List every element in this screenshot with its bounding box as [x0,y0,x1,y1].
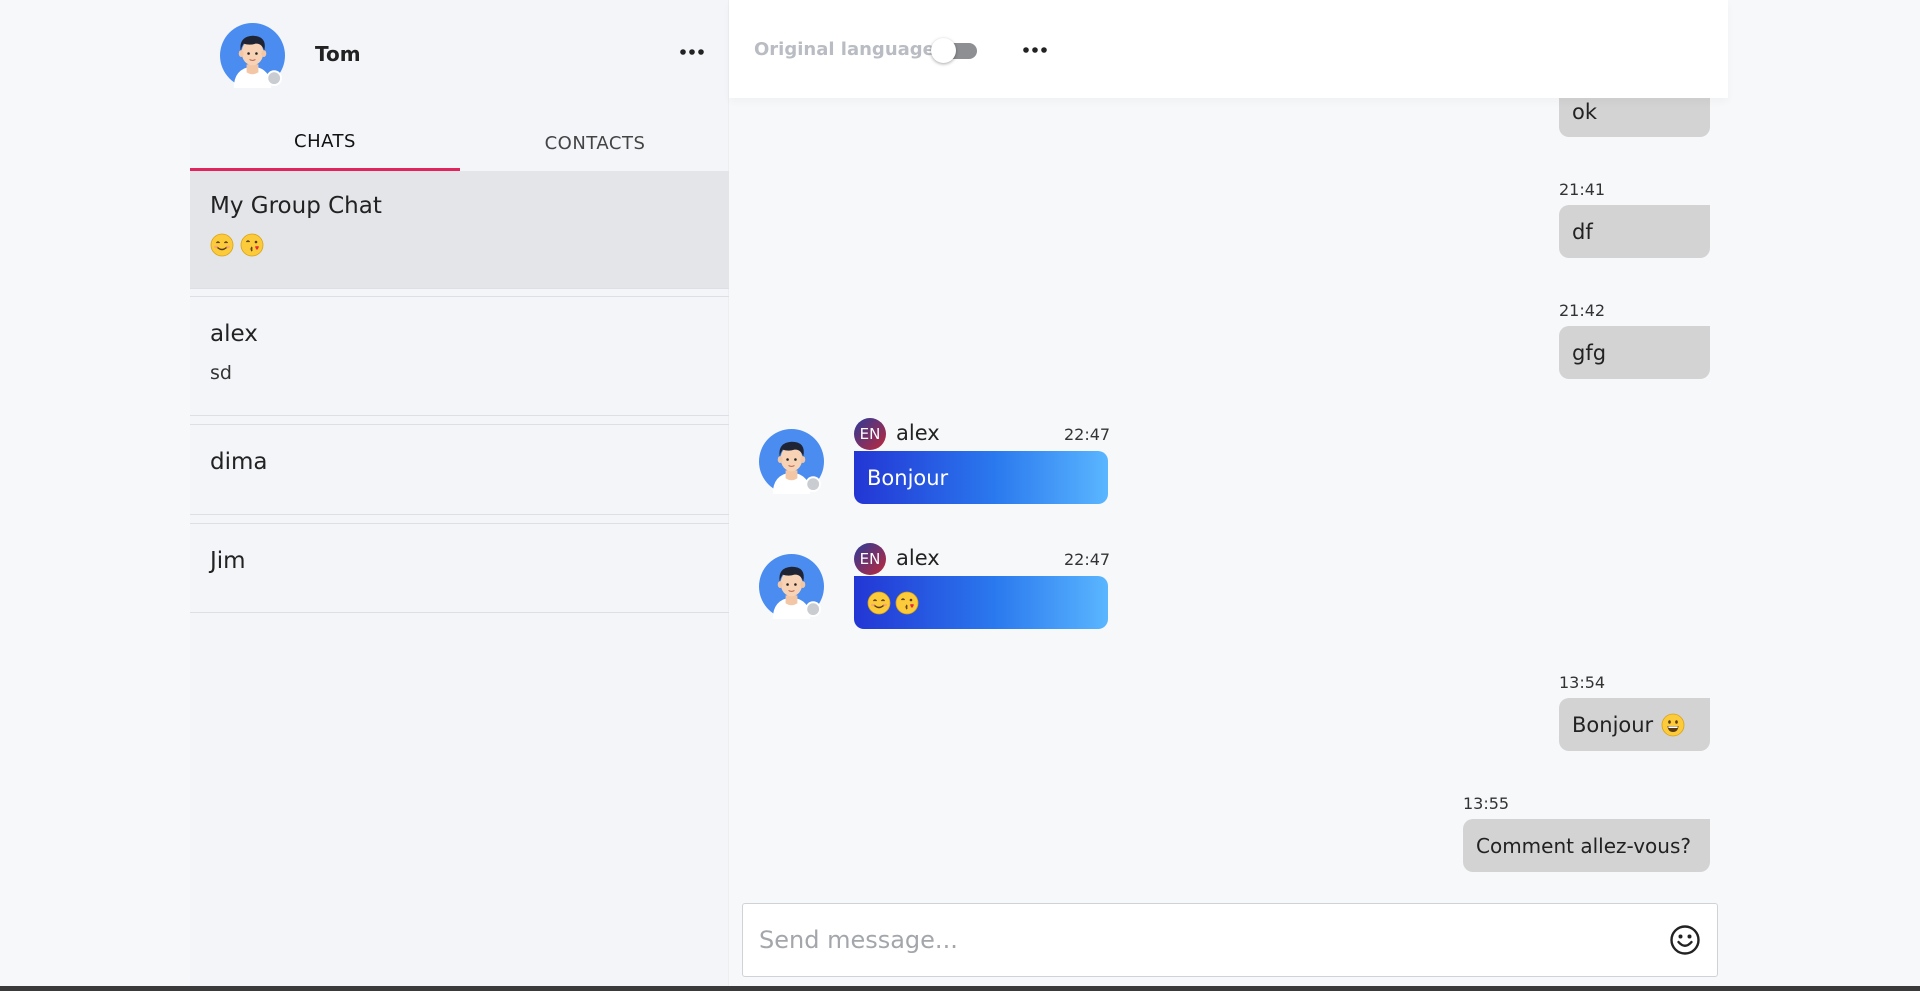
message-list[interactable]: ok 21:41 df 21:42 gfg EN alex 22:47 Bonj… [729,0,1728,880]
message-time: 22:47 [1064,550,1111,569]
sender-name: alex [896,421,940,445]
original-language-label: Original language [754,39,935,60]
message-text: ok [1572,99,1598,124]
chat-list-item-alex[interactable]: alex sd [190,297,729,416]
chat-list-item-dima[interactable]: dima [190,425,729,515]
message-text: df [1572,219,1593,244]
message-time: 13:54 [1559,673,1606,692]
chat-title: alex [210,321,258,347]
outgoing-message-bubble: Bonjour [1559,698,1710,751]
outgoing-message-bubble: gfg [1559,326,1710,379]
user-avatar[interactable] [220,23,285,88]
tab-bar: CHATS CONTACTS [190,115,729,171]
window-bottom-edge [0,986,1920,991]
sender-avatar[interactable] [759,429,824,494]
chat-preview: sd [210,362,232,384]
tab-contacts[interactable]: CONTACTS [460,115,730,171]
message-text: Bonjour [867,465,949,490]
emoji-picker-icon[interactable] [1669,924,1701,956]
outgoing-message-bubble: Comment allez-vous? [1463,819,1710,872]
outgoing-message-bubble: df [1559,205,1710,258]
message-composer [742,903,1718,977]
message-time: 22:47 [1064,425,1111,444]
chat-header: Original language [729,0,1728,98]
message-text: Comment allez-vous? [1476,833,1691,858]
face-blowing-kiss-emoji-icon [895,591,919,615]
incoming-message-bubble: Bonjour [854,451,1108,504]
message-time: 13:55 [1463,794,1510,813]
toggle-knob [931,38,956,63]
face-blowing-kiss-emoji-icon [240,233,264,257]
language-badge: EN [854,418,886,450]
user-name: Tom [315,42,361,66]
language-badge: EN [854,543,886,575]
original-language-toggle[interactable] [931,38,977,63]
profile-header: Tom [190,0,729,110]
chat-list-item-my-group-chat[interactable]: My Group Chat [190,171,729,289]
chat-preview [210,233,264,257]
sidebar: Tom CHATS CONTACTS My Group Chat alex sd… [190,0,729,991]
presence-indicator [266,70,283,87]
message-text: Bonjour [1572,712,1654,737]
chat-title: dima [210,449,268,475]
more-options-icon[interactable] [1021,40,1049,60]
smiling-face-emoji-icon [210,233,234,257]
message-time: 21:42 [1559,301,1606,320]
grinning-face-emoji-icon [1661,713,1685,737]
message-time: 21:41 [1559,180,1606,199]
incoming-message-bubble [854,576,1108,629]
chat-list-item-jim[interactable]: Jim [190,524,729,613]
tab-chats[interactable]: CHATS [190,115,460,171]
message-text: gfg [1572,340,1607,365]
smiling-face-emoji-icon [867,591,891,615]
message-input[interactable] [759,904,1639,976]
sender-name: alex [896,546,940,570]
chat-title: Jim [210,548,246,574]
more-options-icon[interactable] [678,42,706,62]
chat-title: My Group Chat [210,193,382,219]
sender-avatar[interactable] [759,554,824,619]
